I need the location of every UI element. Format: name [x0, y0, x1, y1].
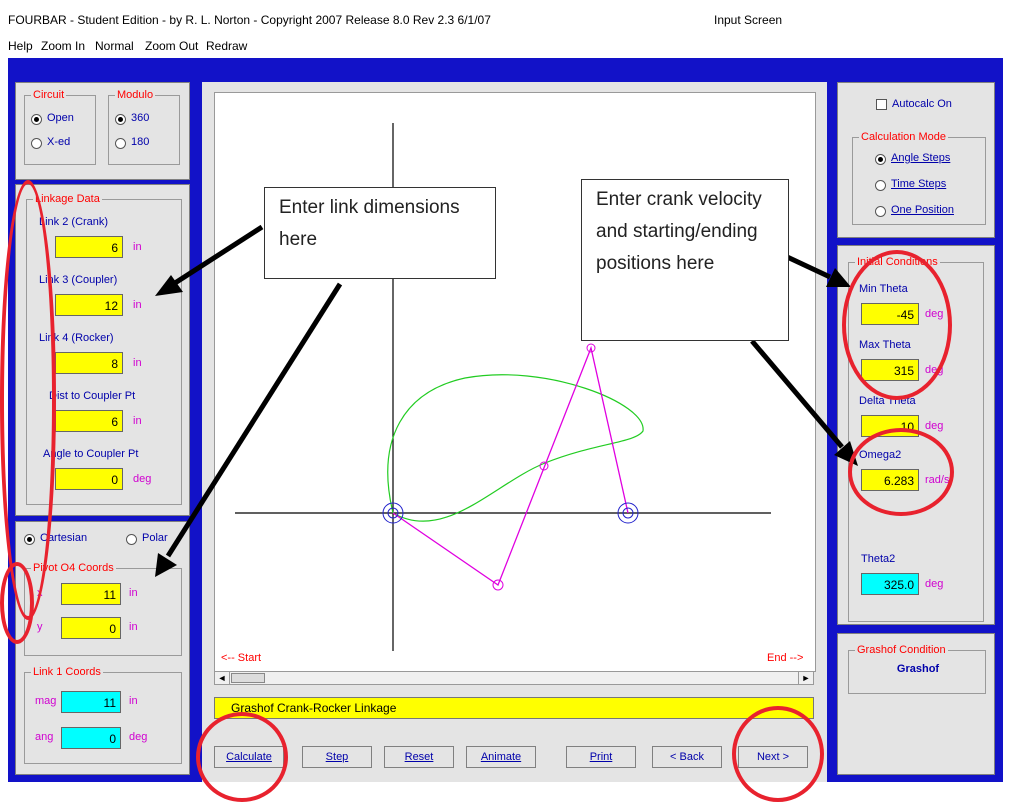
highlight-omega-oval [848, 428, 954, 516]
arrow-link-upper [173, 224, 264, 286]
callout-crank-text: Enter crank velocity and starting/ending… [596, 189, 762, 274]
callout-link-dimensions: Enter link dimensions here [264, 187, 496, 279]
highlight-next-oval [732, 706, 824, 802]
callout-crank-velocity: Enter crank velocity and starting/ending… [581, 179, 789, 341]
highlight-calculate-oval [196, 712, 288, 802]
highlight-linkage-oval [0, 180, 56, 620]
callout-link-text: Enter link dimensions here [279, 197, 460, 250]
arrow-crank-lower [750, 339, 844, 449]
arrow-link-lower-head [155, 553, 177, 577]
annotation-arrows [155, 224, 858, 577]
highlight-pivot-oval [0, 562, 34, 644]
highlight-theta-oval [842, 250, 952, 400]
arrow-link-lower [165, 282, 343, 558]
